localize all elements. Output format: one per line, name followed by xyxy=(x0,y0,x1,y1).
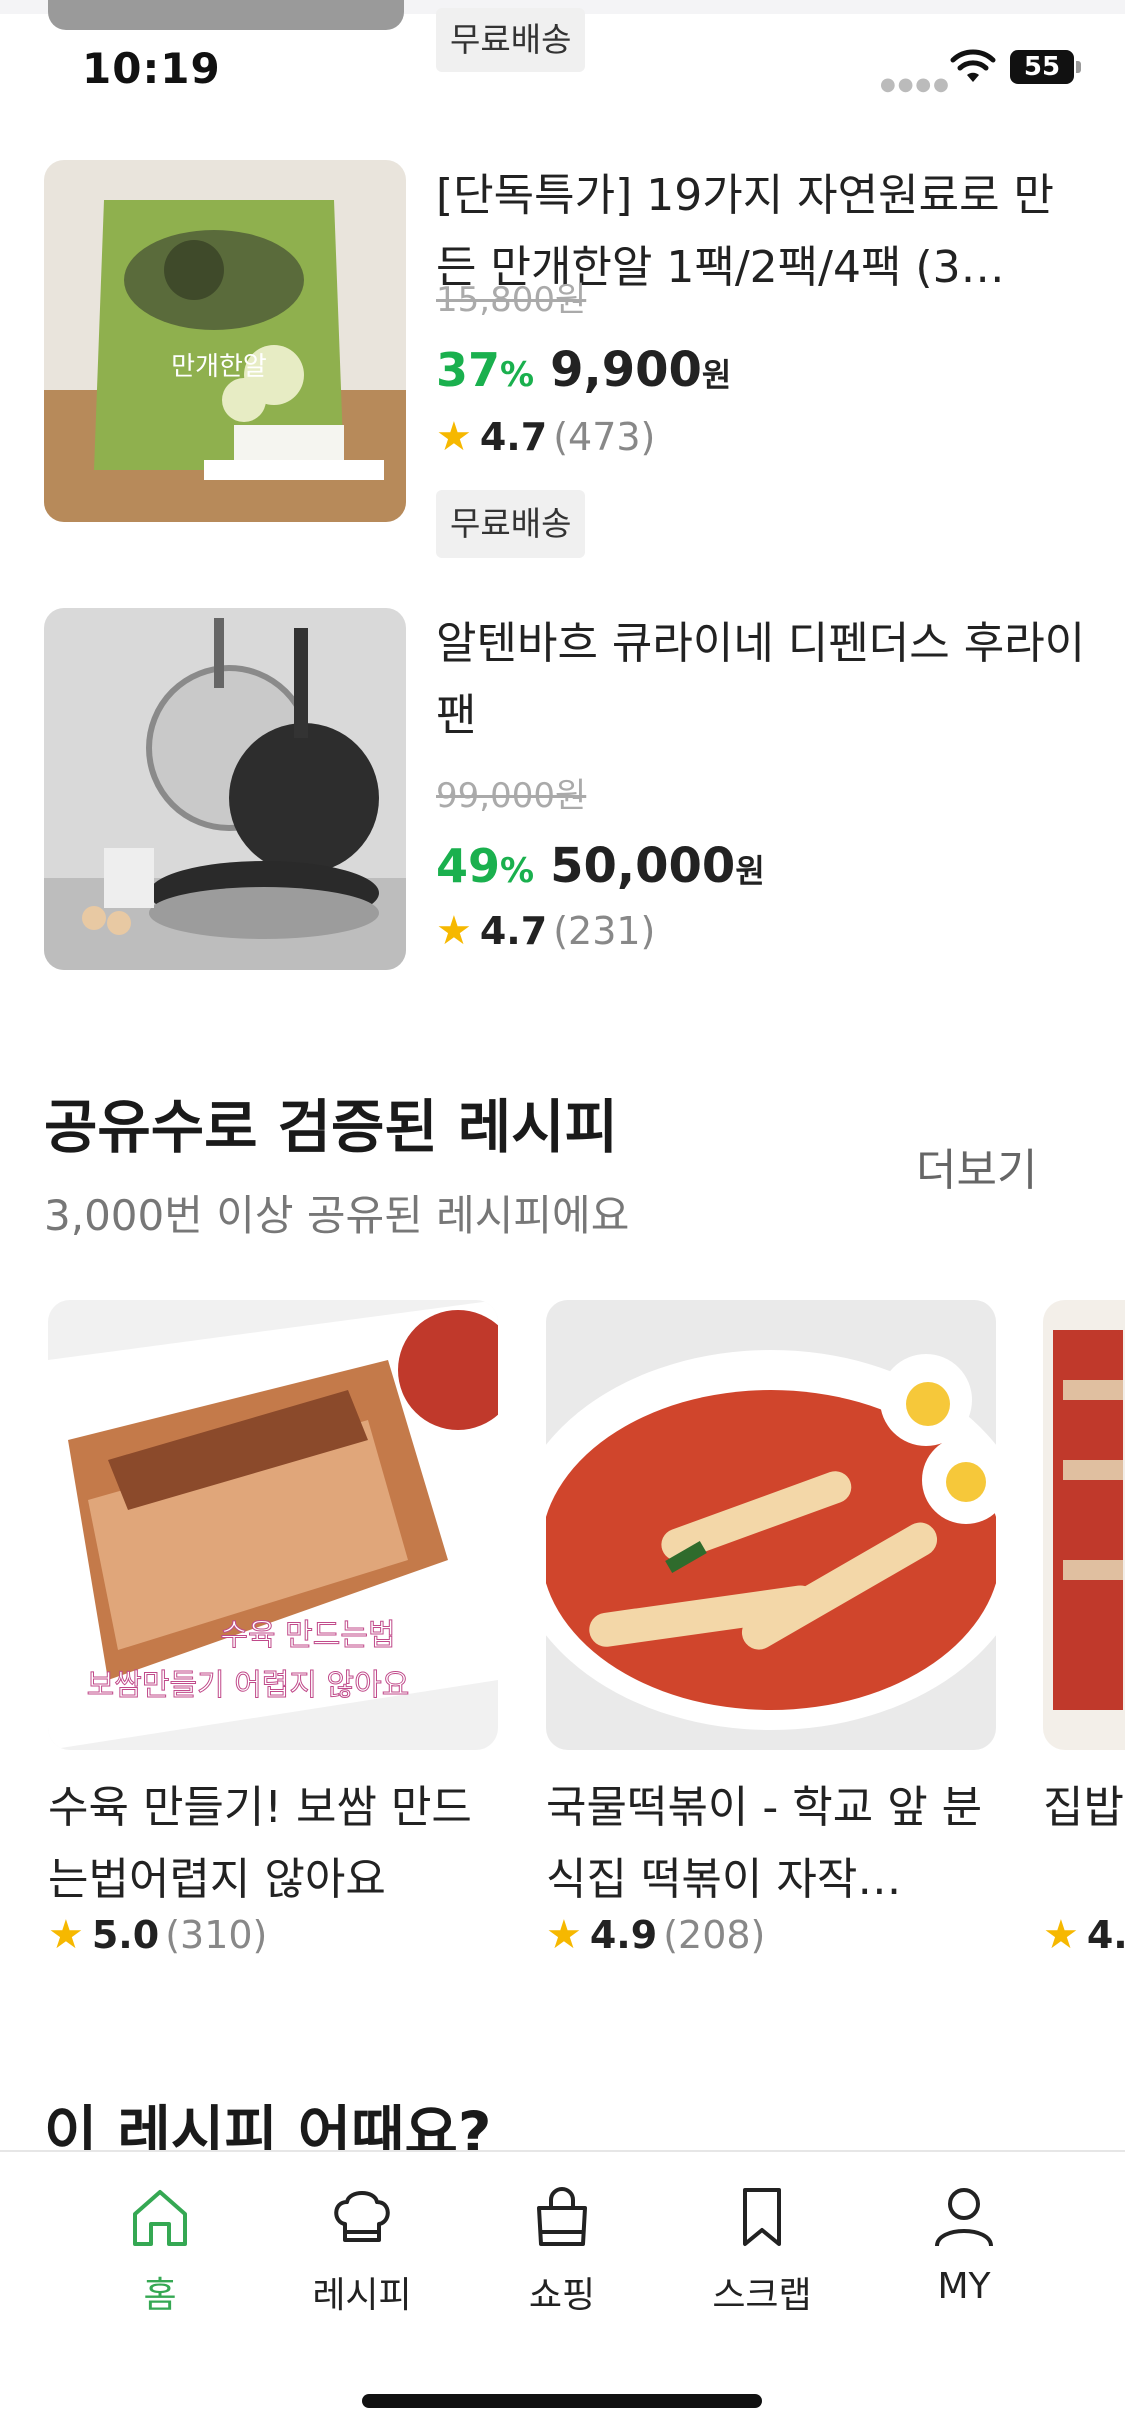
home-icon xyxy=(133,2190,187,2246)
product-image[interactable]: 만개한알 xyxy=(44,160,406,522)
rating-row: ★ 4.7 (231) xyxy=(436,908,655,954)
free-shipping-tag: 무료배송 xyxy=(436,490,586,558)
recipe-title[interactable]: 집밥 만들기 xyxy=(1043,1772,1125,1844)
review-count: (473) xyxy=(553,415,656,459)
tab-label: 홈 xyxy=(143,2275,177,2316)
tab-label: 스크랩 xyxy=(712,2275,812,2316)
sale-price: 9,900 xyxy=(550,342,702,398)
bookmark-icon xyxy=(743,2188,781,2246)
original-price: 99,000원 xyxy=(436,776,587,816)
sale-price: 50,000 xyxy=(550,838,736,894)
review-count: (208) xyxy=(663,1913,766,1957)
currency: 원 xyxy=(701,356,732,394)
tab-label: MY xyxy=(937,2266,991,2307)
wifi-icon xyxy=(950,49,996,82)
discount-unit: % xyxy=(500,851,535,891)
tab-label: 레시피 xyxy=(312,2275,412,2316)
recipe-title[interactable]: 수육 만들기! 보쌈 만드는법어렵지 않아요 xyxy=(48,1772,498,1916)
rating-row: ★4.9 xyxy=(1043,1912,1125,1950)
previous-product-image[interactable] xyxy=(48,0,404,30)
cellular-signal-icon: ●●●● xyxy=(880,74,951,95)
discount-percent: 37 xyxy=(436,343,501,397)
rating-value: 4.9 xyxy=(1086,1913,1125,1950)
star-icon: ★ xyxy=(48,1912,84,1958)
svg-text:만개한알: 만개한알 xyxy=(171,352,267,382)
price-row: 49% 50,000원 xyxy=(436,838,765,894)
rating-row: ★ 5.0 (310) xyxy=(48,1912,267,1958)
review-count: (310) xyxy=(165,1913,268,1957)
chef-hat-icon xyxy=(334,2191,390,2242)
rating-row: ★ 4.9 (208) xyxy=(546,1912,765,1958)
home-indicator[interactable] xyxy=(362,2394,762,2408)
product-image[interactable] xyxy=(44,608,406,970)
recipe-card[interactable]: 집밥 만들기 ★4.9 xyxy=(1043,1300,1125,1950)
tab-recipe[interactable]: 레시피 xyxy=(262,2182,462,2318)
star-icon: ★ xyxy=(1043,1912,1079,1950)
section-subtitle: 3,000번 이상 공유된 레시피에요 xyxy=(44,1191,630,1240)
rating-row: ★ 4.7 (473) xyxy=(436,414,655,460)
rating-value: 5.0 xyxy=(91,1913,160,1957)
rating-value: 4.9 xyxy=(589,1913,658,1957)
svg-text:수육 만드는법: 수육 만드는법 xyxy=(220,1618,395,1653)
rating-value: 4.7 xyxy=(479,909,548,953)
rating-value: 4.7 xyxy=(479,415,548,459)
recipe-image[interactable] xyxy=(1043,1300,1125,1750)
product-title[interactable]: 알텐바흐 큐라이네 디펜더스 후라이팬 xyxy=(436,608,1086,752)
recipe-card[interactable]: 국물떡볶이 - 학교 앞 분식집 떡볶이 자작… ★ 4.9 (208) xyxy=(546,1300,996,1958)
more-button[interactable]: 더보기 xyxy=(916,1134,1037,1198)
status-time: 10:19 xyxy=(82,44,221,93)
recipe-title[interactable]: 국물떡볶이 - 학교 앞 분식집 떡볶이 자작… xyxy=(546,1772,996,1916)
svg-text:보쌈만들기 어렵지 않아요: 보쌈만들기 어렵지 않아요 xyxy=(87,1668,410,1703)
tab-label: 쇼핑 xyxy=(528,2275,596,2316)
battery-icon: 55 xyxy=(1010,50,1081,84)
status-bar: 10:19 ●●●● 55 xyxy=(0,30,1125,110)
recipe-image[interactable]: 수육 만드는법 보쌈만들기 어렵지 않아요 xyxy=(48,1300,498,1750)
recipe-card[interactable]: 수육 만드는법 보쌈만들기 어렵지 않아요 수육 만들기! 보쌈 만드는법어렵지… xyxy=(48,1300,498,1958)
price-row: 37% 9,900원 xyxy=(436,342,731,398)
user-icon xyxy=(935,2188,993,2247)
tab-shopping[interactable]: 쇼핑 xyxy=(462,2182,662,2318)
recipe-image[interactable] xyxy=(546,1300,996,1750)
review-count: (231) xyxy=(553,909,656,953)
star-icon: ★ xyxy=(436,414,472,460)
discount-unit: % xyxy=(500,355,535,395)
star-icon: ★ xyxy=(546,1912,582,1958)
tab-my[interactable]: MY xyxy=(864,2182,1064,2307)
original-price: 15,800원 xyxy=(436,280,587,320)
tab-scrap[interactable]: 스크랩 xyxy=(662,2182,862,2318)
discount-percent: 49 xyxy=(436,839,501,893)
star-icon: ★ xyxy=(436,908,472,954)
section-title: 공유수로 검증된 레시피 xyxy=(44,1093,618,1161)
currency: 원 xyxy=(735,852,765,890)
shopping-bag-icon xyxy=(537,2187,587,2246)
tab-home[interactable]: 홈 xyxy=(60,2182,260,2318)
